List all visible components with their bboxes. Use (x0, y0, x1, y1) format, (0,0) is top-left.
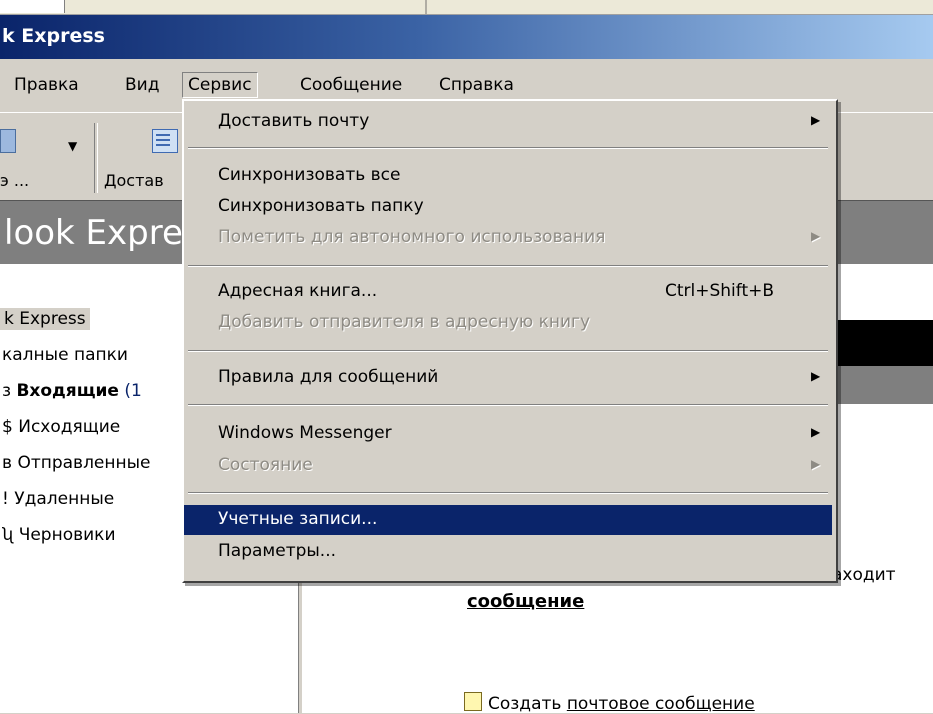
menu-item-label: Состояние (218, 455, 313, 475)
menu-item-windows-messenger[interactable]: Windows Messenger ▶ (184, 419, 832, 449)
menu-item-label: Синхронизовать все (218, 165, 401, 185)
menu-tools[interactable]: Сервис (182, 72, 258, 98)
message-link[interactable]: сообщение (467, 591, 584, 612)
folder-outbox-label: Исходящие (18, 417, 121, 437)
submenu-arrow-icon: ▶ (811, 113, 821, 127)
dropdown-arrow-icon[interactable]: ▼ (68, 139, 77, 153)
menu-separator (188, 147, 828, 149)
menu-separator (188, 404, 828, 406)
menu-item-message-rules[interactable]: Правила для сообщений ▶ (184, 363, 832, 393)
create-message-link[interactable]: почтовое сообщение (567, 694, 755, 714)
menu-item-deliver-mail[interactable]: Доставить почту ▶ (184, 107, 832, 137)
menu-item-accounts[interactable]: Учетные записи... (184, 505, 832, 535)
partial-text: аходит (832, 565, 896, 585)
header-title: look Expre (4, 213, 183, 253)
menu-edit[interactable]: Правка (14, 75, 79, 95)
menu-item-label: Адресная книга... (218, 281, 378, 301)
folder-sent[interactable]: в Отправленные (2, 453, 151, 473)
menu-item-add-sender: Добавить отправителя в адресную книгу (184, 308, 832, 338)
menu-item-label: Синхронизовать папку (218, 196, 424, 216)
create-message-row: Создать почтовое сообщение (464, 692, 755, 714)
submenu-arrow-icon: ▶ (811, 369, 821, 383)
drafts-icon: ʯ (2, 525, 14, 545)
window-title: k Express (2, 25, 105, 47)
title-bar[interactable]: k Express (0, 15, 933, 59)
menu-separator (188, 265, 828, 267)
folder-local[interactable]: калные папки (2, 345, 128, 365)
folder-outbox[interactable]: $ Исходящие (2, 417, 120, 437)
sent-icon: в (2, 453, 13, 473)
submenu-arrow-icon: ▶ (811, 457, 821, 471)
menu-item-options[interactable]: Параметры... (184, 537, 832, 567)
toolbar-button-1-label[interactable]: э ... (0, 171, 29, 190)
top-strip-divider (425, 0, 427, 14)
menu-item-label: Учетные записи... (218, 509, 378, 529)
menu-item-label: Windows Messenger (218, 423, 392, 443)
outbox-icon: $ (2, 417, 13, 437)
menu-item-sync-all[interactable]: Синхронизовать все (184, 161, 832, 191)
create-prefix: Создать (488, 694, 562, 714)
submenu-arrow-icon: ▶ (811, 229, 821, 243)
folder-drafts-label: Черновики (18, 525, 116, 545)
menu-separator (188, 492, 828, 494)
menu-item-sync-folder[interactable]: Синхронизовать папку (184, 192, 832, 222)
folder-deleted[interactable]: ! Удаленные (2, 489, 114, 509)
inbox-icon: з (2, 381, 12, 401)
menu-item-address-book[interactable]: Адресная книга... Ctrl+Shift+B (184, 277, 832, 307)
folder-drafts[interactable]: ʯ Черновики (2, 525, 116, 545)
menu-item-label: Правила для сообщений (218, 367, 439, 387)
deleted-icon: ! (2, 489, 9, 509)
menu-item-mark-offline: Пометить для автономного использования ▶ (184, 223, 832, 253)
folder-inbox[interactable]: з Входящие (1 (2, 381, 142, 401)
toolbar-separator (94, 123, 98, 193)
menu-view[interactable]: Вид (125, 75, 159, 95)
new-message-icon (464, 692, 482, 711)
menu-item-shortcut: Ctrl+Shift+B (665, 281, 775, 301)
menu-item-label: Добавить отправителя в адресную книгу (218, 312, 591, 332)
menu-item-label: Доставить почту (218, 111, 370, 131)
tools-dropdown-menu: Доставить почту ▶ Синхронизовать все Син… (182, 99, 838, 583)
envelope-icon[interactable] (0, 129, 16, 153)
menu-separator (188, 350, 828, 352)
menu-message[interactable]: Сообщение (300, 75, 402, 95)
inbox-count: (1 (124, 381, 142, 401)
folder-deleted-label: Удаленные (14, 489, 115, 509)
menu-item-status: Состояние ▶ (184, 451, 832, 481)
submenu-arrow-icon: ▶ (811, 425, 821, 439)
top-strip-tab (0, 0, 65, 13)
folder-sent-label: Отправленные (17, 453, 151, 473)
menu-help[interactable]: Справка (439, 75, 514, 95)
menu-item-label: Параметры... (218, 541, 337, 561)
toolbar-deliver-label[interactable]: Достав (104, 171, 164, 190)
top-strip (0, 0, 933, 15)
send-receive-icon[interactable] (152, 129, 178, 153)
folder-root[interactable]: k Express (0, 308, 90, 330)
folder-inbox-label: Входящие (16, 381, 119, 401)
menu-item-label: Пометить для автономного использования (218, 227, 606, 247)
